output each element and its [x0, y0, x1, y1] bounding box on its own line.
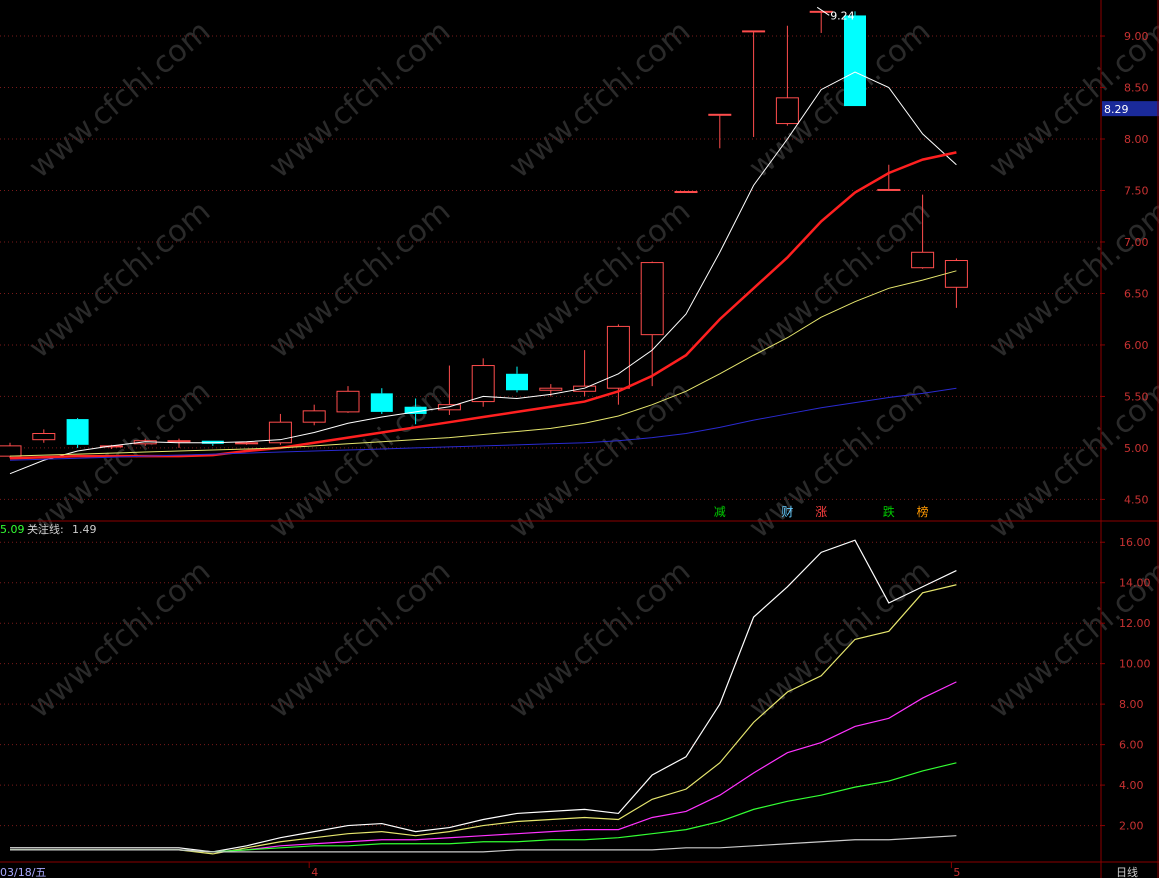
candle-body-down[interactable]: [370, 393, 393, 412]
candle-body-up[interactable]: [336, 390, 360, 413]
price-tick-label: 6.50: [1124, 287, 1149, 300]
indicator-tick-label: 16.00: [1119, 536, 1151, 549]
candle-body-up[interactable]: [742, 30, 766, 33]
price-tick-label: 4.50: [1124, 493, 1149, 506]
candle-body-up[interactable]: [606, 325, 630, 389]
signal-label: 财: [781, 505, 793, 519]
price-tick-label: 6.00: [1124, 339, 1149, 352]
price-tick-label: 7.00: [1124, 236, 1149, 249]
candle-body-down[interactable]: [66, 419, 89, 445]
indicator-tick-label: 4.00: [1119, 779, 1144, 792]
indicator-tick-label: 6.00: [1119, 739, 1144, 752]
indicator-header-value1: 5.09: [0, 523, 25, 536]
indicator-tick-label: 12.00: [1119, 617, 1151, 630]
candle[interactable]: [844, 11, 866, 107]
current-price-label: 8.29: [1104, 103, 1129, 116]
candle-body-up[interactable]: [775, 97, 799, 125]
x-axis-date-label: 03/18/五: [0, 866, 46, 878]
indicator-tick-label: 8.00: [1119, 698, 1144, 711]
candle-body-down[interactable]: [506, 373, 528, 391]
candle-body-up[interactable]: [302, 410, 326, 423]
x-axis-month-label: 4: [311, 866, 318, 878]
candle-body-up[interactable]: [674, 191, 698, 194]
high-price-label: 9.24: [830, 9, 855, 22]
stock-chart[interactable]: www.cfchi.com www.cfchi.com www.cfchi.com w…: [0, 0, 1159, 878]
candle-body-up[interactable]: [167, 440, 191, 443]
signal-label: 涨: [815, 504, 827, 519]
indicator-header-label: 关注线:: [27, 522, 64, 536]
candle[interactable]: [471, 358, 495, 407]
candle-body-up[interactable]: [944, 260, 968, 288]
candle-body-up[interactable]: [877, 188, 901, 191]
candle-body-up[interactable]: [640, 262, 664, 336]
candle-body-up[interactable]: [708, 113, 732, 116]
candle-body-up[interactable]: [437, 404, 461, 411]
price-tick-label: 8.50: [1124, 82, 1149, 95]
price-tick-label: 8.00: [1124, 133, 1149, 146]
candle-body-up[interactable]: [539, 387, 563, 391]
indicator-tick-label: 14.00: [1119, 577, 1151, 590]
candle-body-up[interactable]: [573, 385, 597, 392]
price-tick-label: 7.50: [1124, 184, 1149, 197]
candle-body-up[interactable]: [809, 10, 833, 13]
x-axis-month-label: 5: [953, 866, 960, 878]
indicator-tick-label: 10.00: [1119, 658, 1151, 671]
candle-body-up[interactable]: [32, 433, 56, 441]
candle-body-down[interactable]: [844, 15, 866, 107]
candle-body-up[interactable]: [911, 251, 935, 269]
period-label: 日线: [1116, 865, 1138, 878]
signal-label: 榜: [917, 504, 929, 519]
candle-body-up[interactable]: [0, 445, 22, 457]
price-tick-label: 5.00: [1124, 442, 1149, 455]
signal-label: 跌: [883, 504, 895, 519]
indicator-header-value2: 1.49: [72, 523, 97, 536]
candle[interactable]: [66, 418, 89, 448]
price-tick-label: 9.00: [1124, 30, 1149, 43]
signal-label: 减: [714, 505, 726, 519]
indicator-tick-label: 2.00: [1119, 820, 1144, 833]
price-tick-label: 5.50: [1124, 390, 1149, 403]
candle[interactable]: [674, 191, 698, 194]
candle-body-up[interactable]: [235, 442, 259, 445]
